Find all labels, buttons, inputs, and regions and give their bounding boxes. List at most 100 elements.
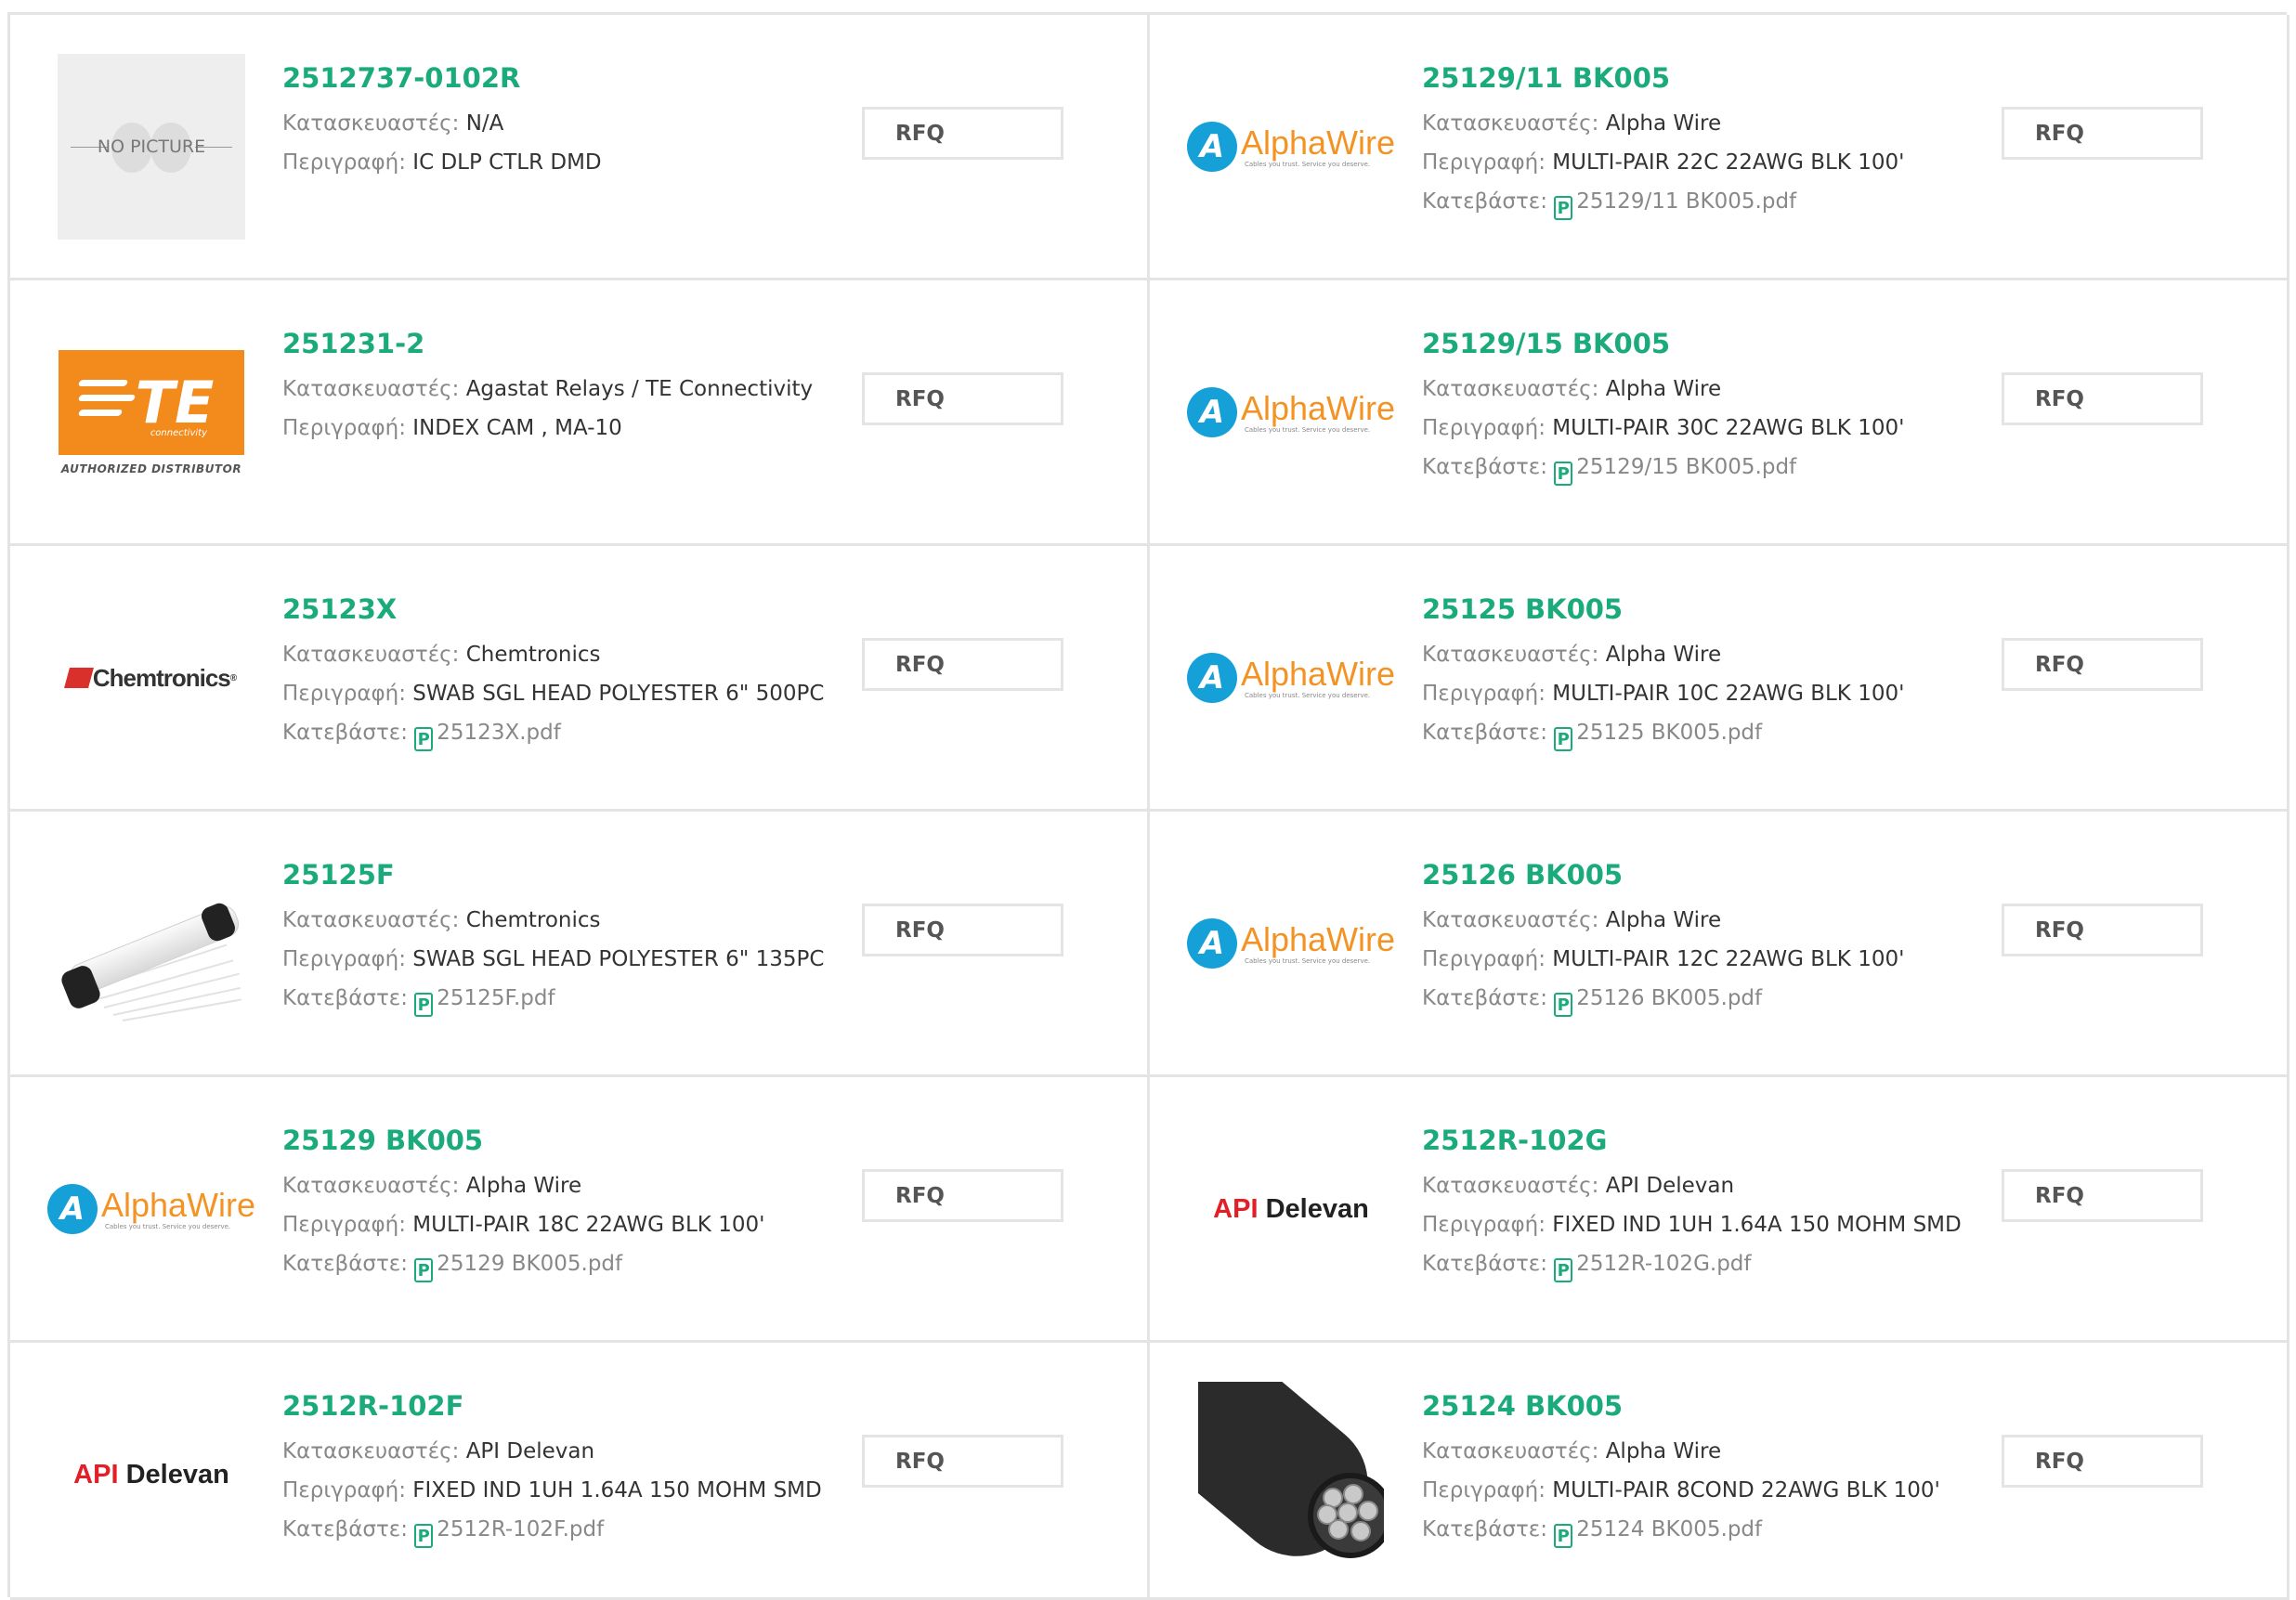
manufacturer-value: Alpha Wire [1605, 1439, 1722, 1463]
description-row: Περιγραφή: FIXED IND 1UH 1.64A 150 MOHM … [1422, 1205, 1979, 1244]
description-value: SWAB SGL HEAD POLYESTER 6" 500PC [412, 682, 825, 706]
rfq-button[interactable]: RFQ [862, 107, 1063, 160]
pdf-icon: P [1554, 462, 1573, 486]
product-image-link[interactable]: A AlphaWire Cables you trust. Service yo… [46, 1116, 255, 1302]
manufacturer-value: Chemtronics [465, 908, 601, 932]
datasheet-link[interactable]: P 25129 BK005.pdf [414, 1252, 622, 1282]
alphawire-logo-text: AlphaWire [1240, 389, 1396, 427]
te-connectivity-logo: TE connectivity AUTHORIZED DISTRIBUTOR [59, 349, 244, 475]
product-image-link[interactable]: A AlphaWire Cables you trust. Service yo… [1186, 585, 1395, 771]
description-value: MULTI-PAIR 8COND 22AWG BLK 100' [1552, 1478, 1940, 1502]
pdf-icon: P [1554, 993, 1573, 1017]
product-image-link[interactable]: A AlphaWire Cables you trust. Service yo… [1186, 319, 1395, 505]
part-number-link[interactable]: 2512R-102F [282, 1389, 840, 1423]
datasheet-link[interactable]: P 25125 BK005.pdf [1554, 721, 1762, 751]
alphawire-logo: A AlphaWire Cables you trust. Service yo… [1186, 918, 1395, 969]
product-image-link[interactable]: API Delevan [1197, 1116, 1385, 1302]
product-info: 25129/15 BK005 Κατασκευαστές: Alpha Wire… [1422, 327, 1979, 487]
part-number-link[interactable]: 25124 BK005 [1422, 1389, 1979, 1423]
datasheet-link[interactable]: P 25126 BK005.pdf [1554, 986, 1762, 1017]
product-image-link[interactable]: NO PICTURE [58, 54, 245, 240]
pdf-icon: P [414, 993, 434, 1017]
datasheet-link[interactable]: P 2512R-102G.pdf [1554, 1252, 1752, 1282]
rfq-button[interactable]: RFQ [862, 1169, 1063, 1222]
part-number-link[interactable]: 25125F [282, 858, 840, 891]
manufacturer-row: Κατασκευαστές: Alpha Wire [282, 1166, 840, 1205]
download-label: Κατεβάστε: [282, 1517, 408, 1541]
manufacturer-row: Κατασκευαστές: API Delevan [1422, 1166, 1979, 1205]
description-value: IC DLP CTLR DMD [412, 150, 602, 175]
manufacturer-label: Κατασκευαστές: [1422, 377, 1599, 401]
alphawire-logo: A AlphaWire Cables you trust. Service yo… [1186, 387, 1396, 437]
alphawire-logo: A AlphaWire Cables you trust. Service yo… [1186, 122, 1395, 172]
product-image-link[interactable] [1197, 1382, 1385, 1567]
part-number-link[interactable]: 25123X [282, 592, 840, 626]
pdf-icon: P [1554, 196, 1573, 220]
part-number-link[interactable]: 25126 BK005 [1422, 858, 1979, 891]
manufacturer-label: Κατασκευαστές: [282, 643, 460, 667]
datasheet-link[interactable]: P 25129/11 BK005.pdf [1554, 189, 1797, 220]
manufacturer-row: Κατασκευαστές: Alpha Wire [1422, 1432, 1979, 1471]
product-info: 25125 BK005 Κατασκευαστές: Alpha Wire Πε… [1422, 592, 1979, 752]
product-image-link[interactable] [58, 851, 245, 1036]
download-row: Κατεβάστε: P 25129 BK005.pdf [282, 1244, 840, 1283]
rfq-button[interactable]: RFQ [2002, 372, 2203, 425]
datasheet-filename: 25123X.pdf [437, 721, 561, 745]
part-number-link[interactable]: 25129/11 BK005 [1422, 61, 1979, 95]
manufacturer-row: Κατασκευαστές: Alpha Wire [1422, 104, 1979, 143]
datasheet-link[interactable]: P 25125F.pdf [414, 986, 555, 1017]
rfq-button[interactable]: RFQ [2002, 904, 2203, 956]
datasheet-link[interactable]: P 25124 BK005.pdf [1554, 1517, 1763, 1548]
product-info: 251231-2 Κατασκευαστές: Agastat Relays /… [282, 327, 840, 448]
product-info: 25129 BK005 Κατασκευαστές: Alpha Wire Πε… [282, 1124, 840, 1283]
rfq-button[interactable]: RFQ [862, 904, 1063, 956]
description-value: INDEX CAM , MA-10 [412, 416, 622, 440]
description-value: FIXED IND 1UH 1.64A 150 MOHM SMD [1552, 1213, 1962, 1237]
product-image-link[interactable]: TE connectivity AUTHORIZED DISTRIBUTOR [58, 319, 245, 505]
datasheet-filename: 2512R-102F.pdf [437, 1517, 605, 1541]
datasheet-link[interactable]: P 25123X.pdf [414, 721, 561, 751]
datasheet-filename: 25129/11 BK005.pdf [1576, 189, 1797, 214]
description-row: Περιγραφή: MULTI-PAIR 8COND 22AWG BLK 10… [1422, 1471, 1979, 1510]
rfq-button[interactable]: RFQ [862, 372, 1063, 425]
rfq-button[interactable]: RFQ [2002, 1169, 2203, 1222]
te-logo-subtext: connectivity [150, 427, 207, 438]
part-number-link[interactable]: 251231-2 [282, 327, 840, 360]
part-number-link[interactable]: 25129/15 BK005 [1422, 327, 1979, 360]
part-number-link[interactable]: 25125 BK005 [1422, 592, 1979, 626]
rfq-button[interactable]: RFQ [2002, 1435, 2203, 1488]
manufacturer-label: Κατασκευαστές: [282, 1174, 460, 1198]
datasheet-link[interactable]: P 25129/15 BK005.pdf [1554, 455, 1797, 486]
manufacturer-row: Κατασκευαστές: API Delevan [282, 1432, 840, 1471]
download-row: Κατεβάστε: P 25125 BK005.pdf [1422, 713, 1979, 752]
product-image-link[interactable]: Chemtronics ® [58, 585, 245, 771]
part-number-link[interactable]: 25129 BK005 [282, 1124, 840, 1157]
part-number-link[interactable]: 2512737-0102R [282, 61, 840, 95]
delevan-logo-text: Delevan [125, 1459, 229, 1489]
product-image-link[interactable]: API Delevan [58, 1382, 245, 1567]
description-value: MULTI-PAIR 18C 22AWG BLK 100' [412, 1213, 765, 1237]
rfq-button[interactable]: RFQ [2002, 638, 2203, 691]
product-image-link[interactable]: A AlphaWire Cables you trust. Service yo… [1186, 54, 1395, 240]
description-label: Περιγραφή: [282, 150, 406, 175]
product-card: A AlphaWire Cables you trust. Service yo… [1150, 546, 2289, 812]
datasheet-filename: 25124 BK005.pdf [1576, 1517, 1763, 1541]
download-label: Κατεβάστε: [1422, 721, 1547, 745]
part-number-link[interactable]: 2512R-102G [1422, 1124, 1979, 1157]
manufacturer-value: Chemtronics [465, 643, 601, 667]
product-info: 25124 BK005 Κατασκευαστές: Alpha Wire Πε… [1422, 1389, 1979, 1549]
rfq-button[interactable]: RFQ [862, 638, 1063, 691]
alphawire-a-icon: A [1186, 122, 1237, 172]
product-image-link[interactable]: A AlphaWire Cables you trust. Service yo… [1186, 851, 1395, 1036]
datasheet-link[interactable]: P 2512R-102F.pdf [414, 1517, 605, 1548]
description-label: Περιγραφή: [1422, 416, 1546, 440]
alphawire-tagline: Cables you trust. Service you deserve. [1244, 957, 1371, 965]
rfq-button[interactable]: RFQ [2002, 107, 2203, 160]
description-value: MULTI-PAIR 10C 22AWG BLK 100' [1552, 682, 1905, 706]
api-logo-text: API [1213, 1193, 1259, 1224]
manufacturer-row: Κατασκευαστές: Chemtronics [282, 901, 840, 940]
product-card: Chemtronics ® 25123X Κατασκευαστές: Chemt… [10, 546, 1150, 812]
description-label: Περιγραφή: [1422, 150, 1546, 175]
rfq-button[interactable]: RFQ [862, 1435, 1063, 1488]
datasheet-filename: 25129/15 BK005.pdf [1576, 455, 1797, 479]
